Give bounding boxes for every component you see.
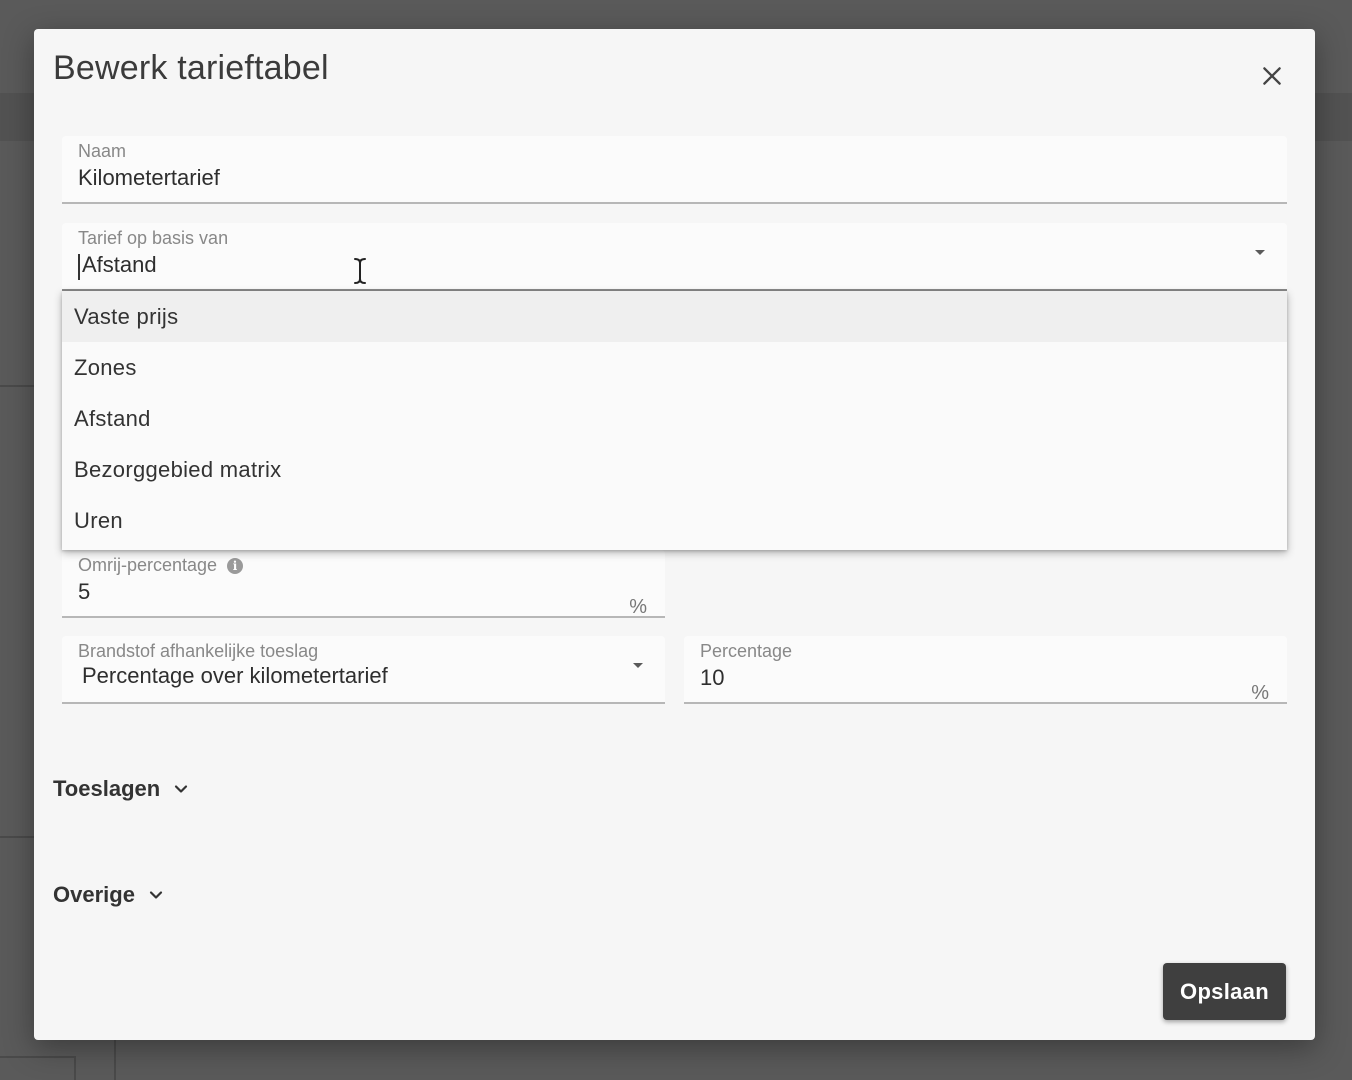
close-icon: [1263, 67, 1281, 85]
edit-rate-table-dialog: Bewerk tarieftabel Naam Kilometertarief …: [34, 29, 1315, 1040]
percentage-value[interactable]: 10: [700, 665, 724, 691]
option-zones[interactable]: Zones: [62, 342, 1287, 393]
rate-basis-select[interactable]: Tarief op basis van Afstand: [62, 223, 1287, 291]
name-value[interactable]: Kilometertarief: [78, 165, 220, 191]
text-cursor-icon: [354, 258, 366, 284]
toeslagen-section-toggle[interactable]: Toeslagen: [53, 776, 190, 802]
percentage-label: Percentage: [700, 641, 793, 661]
save-button[interactable]: Opslaan: [1163, 963, 1286, 1020]
backdrop-divider: [0, 836, 34, 838]
rate-basis-label: Tarief op basis van: [78, 228, 229, 248]
option-uren[interactable]: Uren: [62, 495, 1287, 546]
info-icon[interactable]: i: [227, 558, 244, 574]
dropdown-arrow-icon[interactable]: [633, 663, 643, 668]
overige-label: Overige: [53, 882, 135, 907]
percentage-field[interactable]: Percentage 10 %: [684, 636, 1287, 704]
rate-basis-options-menu: Vaste prijs Zones Afstand Bezorggebied m…: [62, 291, 1287, 550]
dropdown-arrow-icon[interactable]: [1255, 250, 1265, 255]
name-field[interactable]: Naam Kilometertarief: [62, 136, 1287, 204]
backdrop-divider: [114, 1040, 116, 1080]
dialog-title: Bewerk tarieftabel: [53, 49, 329, 87]
option-afstand[interactable]: Afstand: [62, 393, 1287, 444]
overige-section-toggle[interactable]: Overige: [53, 882, 165, 908]
detour-percentage-value[interactable]: 5: [78, 579, 90, 605]
backdrop-divider: [0, 385, 34, 387]
text-caret: [78, 254, 80, 280]
percent-suffix: %: [1251, 682, 1269, 704]
name-label: Naam: [78, 141, 127, 161]
detour-percentage-label-wrap: Omrij-percentage i: [78, 555, 244, 576]
backdrop-divider: [74, 1056, 76, 1080]
percent-suffix: %: [629, 596, 647, 618]
chevron-down-icon: [175, 785, 188, 793]
rate-basis-value[interactable]: Afstand: [82, 252, 157, 278]
toeslagen-label: Toeslagen: [53, 776, 161, 801]
close-button[interactable]: [1259, 63, 1285, 89]
fuel-surcharge-value[interactable]: Percentage over kilometertarief: [82, 663, 388, 689]
option-bezorggebied-matrix[interactable]: Bezorggebied matrix: [62, 444, 1287, 495]
detour-percentage-field[interactable]: Omrij-percentage i 5 %: [62, 550, 665, 618]
detour-percentage-label: Omrij-percentage: [78, 555, 218, 575]
option-vaste-prijs[interactable]: Vaste prijs: [62, 291, 1287, 342]
fuel-surcharge-label: Brandstof afhankelijke toeslag: [78, 641, 319, 661]
fuel-surcharge-select[interactable]: Brandstof afhankelijke toeslag Percentag…: [62, 636, 665, 704]
backdrop-divider: [0, 1056, 76, 1058]
chevron-down-icon: [149, 891, 163, 899]
